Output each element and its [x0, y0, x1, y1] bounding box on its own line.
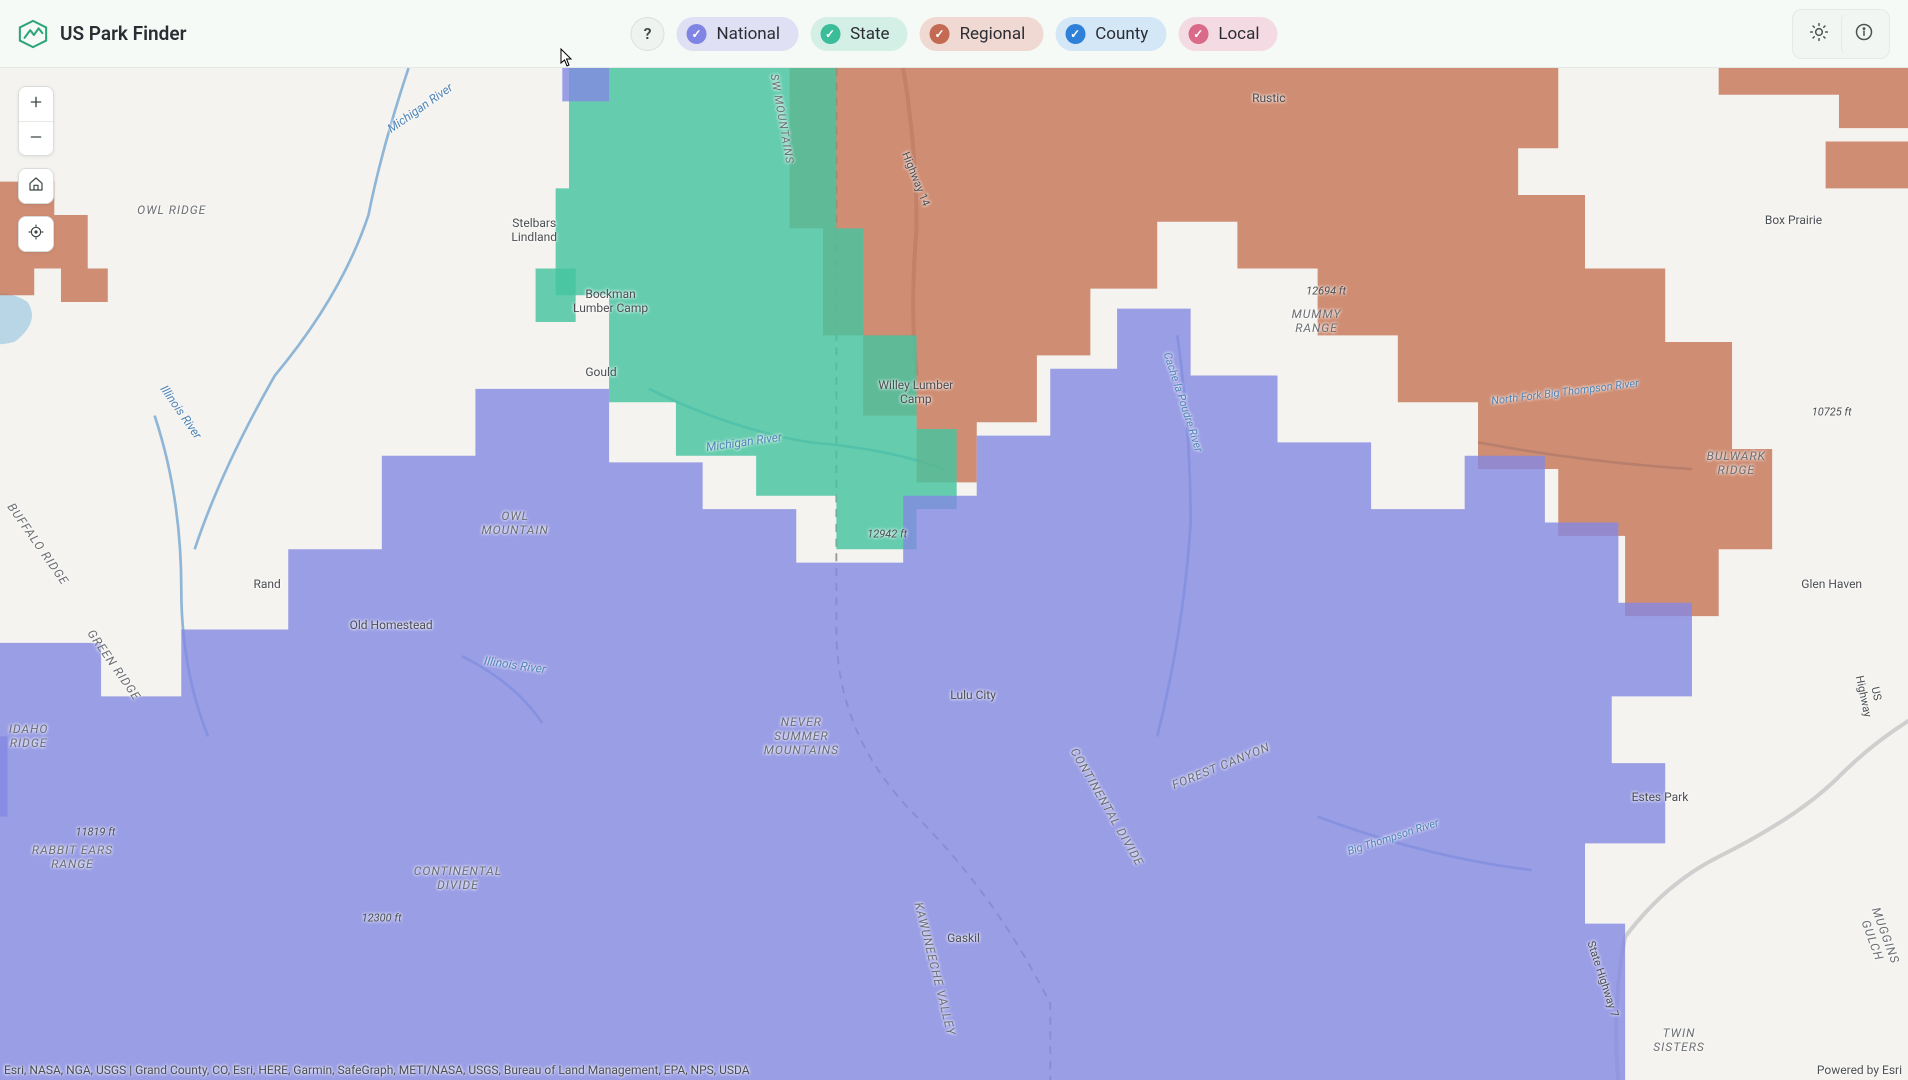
header-utility-group: [1792, 9, 1890, 59]
home-button[interactable]: [19, 169, 53, 203]
chip-label: National: [717, 24, 781, 44]
map-viewport[interactable]: OWL RIDGE Stelbars Lindland Bockman Lumb…: [0, 68, 1908, 1080]
info-button[interactable]: [1841, 14, 1885, 54]
app-title: US Park Finder: [60, 22, 186, 45]
chip-label: Regional: [960, 24, 1026, 44]
locate-icon: [28, 224, 44, 244]
chip-label: County: [1095, 24, 1148, 44]
locate-button[interactable]: [19, 217, 53, 251]
sun-icon: [1809, 22, 1829, 46]
chip-label: Local: [1218, 24, 1259, 44]
filter-chip-local[interactable]: ✓ Local: [1178, 17, 1277, 51]
zoom-in-button[interactable]: [19, 87, 53, 121]
check-icon: ✓: [930, 24, 950, 44]
filter-chip-row: ? ✓ National ✓ State ✓ Regional ✓ County…: [631, 17, 1278, 51]
filter-chip-regional[interactable]: ✓ Regional: [920, 17, 1044, 51]
check-icon: ✓: [1188, 24, 1208, 44]
zoom-out-button[interactable]: [19, 121, 53, 155]
filter-chip-state[interactable]: ✓ State: [810, 17, 907, 51]
home-icon: [28, 176, 44, 196]
minus-icon: [28, 129, 44, 149]
filter-chip-national[interactable]: ✓ National: [677, 17, 799, 51]
map-canvas: [0, 68, 1908, 1080]
app-header: US Park Finder ? ✓ National ✓ State ✓ Re…: [0, 0, 1908, 68]
zoom-group: [18, 86, 54, 156]
question-icon: ?: [644, 24, 652, 43]
filter-chip-county[interactable]: ✓ County: [1055, 17, 1166, 51]
locate-group: [18, 216, 54, 252]
info-icon: [1854, 22, 1874, 46]
powered-by-label: Powered by Esri: [1817, 1063, 1902, 1077]
map-toolbar: [18, 86, 54, 252]
check-icon: ✓: [687, 24, 707, 44]
plus-icon: [28, 94, 44, 114]
help-button[interactable]: ?: [631, 17, 665, 51]
brand: US Park Finder: [18, 19, 186, 49]
check-icon: ✓: [1065, 24, 1085, 44]
app-logo-icon: [18, 19, 48, 49]
theme-toggle-button[interactable]: [1797, 14, 1841, 54]
map-attribution: Esri, NASA, NGA, USGS | Grand County, CO…: [4, 1063, 750, 1077]
check-icon: ✓: [820, 24, 840, 44]
home-group: [18, 168, 54, 204]
chip-label: State: [850, 24, 889, 44]
